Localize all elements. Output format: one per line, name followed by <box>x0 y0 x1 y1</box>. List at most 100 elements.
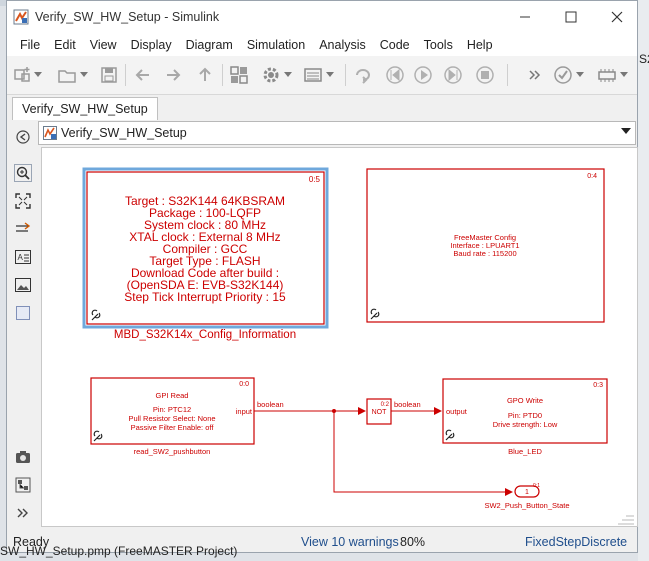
back-button[interactable] <box>133 65 153 85</box>
warnings-link[interactable]: View 10 warnings <box>301 535 399 549</box>
open-dropdown[interactable] <box>79 65 89 85</box>
gpo-title: GPO Write <box>507 396 543 405</box>
background-strip-right <box>638 0 649 561</box>
resize-grip-icon[interactable] <box>618 515 634 525</box>
tab-bar: Verify_SW_HW_Setup <box>7 95 637 120</box>
chevron-down-icon[interactable] <box>621 128 631 134</box>
fit-to-view-button[interactable] <box>13 191 33 211</box>
title-bar: Verify_SW_HW_Setup - Simulink <box>7 1 637 34</box>
address-bar[interactable]: Verify_SW_HW_Setup <box>38 121 636 145</box>
gpi-read-block[interactable]: 0:0 GPI Read Pin: PTC12 Pull Resistor Se… <box>90 377 255 456</box>
signal-line-not-to-gpo[interactable]: boolean <box>391 400 442 415</box>
screenshot-button[interactable] <box>13 447 33 467</box>
config-line: Step Tick Interrupt Priority : 15 <box>124 290 286 304</box>
model-settings-button[interactable] <box>261 65 281 85</box>
not-block[interactable]: 0:2 NOT <box>366 398 392 425</box>
menu-file[interactable]: File <box>13 38 47 52</box>
menu-view[interactable]: View <box>83 38 124 52</box>
loop-icon <box>356 69 370 84</box>
gpi-line: Pull Resistor Select: None <box>128 414 215 423</box>
area-button[interactable] <box>13 303 33 323</box>
config-block-id: 0:5 <box>309 175 321 184</box>
menu-tools[interactable]: Tools <box>417 38 460 52</box>
close-icon <box>611 11 623 23</box>
forward-button[interactable] <box>163 65 183 85</box>
stop-button[interactable] <box>475 65 495 85</box>
save-button[interactable] <box>99 65 119 85</box>
step-back-button[interactable] <box>385 65 405 85</box>
step-forward-icon <box>444 66 462 84</box>
outport-id: 0:1 <box>533 483 540 489</box>
toolbar-separator <box>507 64 508 86</box>
check-icon <box>554 66 572 84</box>
menu-simulation[interactable]: Simulation <box>240 38 312 52</box>
explorer-toggle-icon <box>16 130 30 144</box>
menu-diagram[interactable]: Diagram <box>179 38 240 52</box>
chevron-down-icon <box>326 72 334 77</box>
svg-text:A: A <box>18 253 24 262</box>
chip-icon <box>598 69 616 82</box>
open-button[interactable] <box>57 65 77 85</box>
outport-block[interactable]: 1 0:1 SW2_Push_Button_State <box>484 483 569 510</box>
new-model-button[interactable] <box>13 65 33 85</box>
hardware-dropdown[interactable] <box>619 65 629 85</box>
expand-palette-button[interactable] <box>13 503 33 523</box>
outport-number: 1 <box>525 489 529 496</box>
gpo-port-label: output <box>446 407 468 416</box>
image-button[interactable] <box>13 275 33 295</box>
up-button[interactable] <box>195 65 215 85</box>
hardware-button[interactable] <box>597 65 617 85</box>
minimize-icon <box>520 16 530 18</box>
run-button[interactable] <box>413 65 433 85</box>
maximize-button[interactable] <box>549 5 593 29</box>
chevron-down-icon <box>34 72 42 77</box>
model-explorer-button[interactable] <box>303 65 323 85</box>
model-settings-dropdown[interactable] <box>283 65 293 85</box>
library-browser-button[interactable] <box>229 65 249 85</box>
menu-display[interactable]: Display <box>124 38 179 52</box>
minimize-button[interactable] <box>503 5 547 29</box>
gpo-write-block[interactable]: 0:3 GPO Write Pin: PTD0 Drive strength: … <box>442 378 608 456</box>
new-model-icon <box>14 67 30 82</box>
close-button[interactable] <box>595 5 639 29</box>
model-browser-button[interactable] <box>13 475 33 495</box>
hide-explorer-button[interactable] <box>13 127 33 147</box>
step-forward-button[interactable] <box>443 65 463 85</box>
gpo-line: Drive strength: Low <box>493 420 558 429</box>
loop-button[interactable] <box>353 65 373 85</box>
menu-analysis[interactable]: Analysis <box>312 38 373 52</box>
freemaster-block[interactable]: 0:4 FreeMaster Config Interface : LPUART… <box>366 168 605 323</box>
gpi-title: GPI Read <box>156 391 189 400</box>
gpo-block-name: Blue_LED <box>508 447 542 456</box>
outport-name: SW2_Push_Button_State <box>484 501 569 510</box>
menu-edit[interactable]: Edit <box>47 38 83 52</box>
model-browser-icon <box>15 477 31 493</box>
signal-line-gpi-to-not[interactable]: boolean <box>254 400 366 415</box>
annotation-icon: A <box>15 250 31 264</box>
new-model-dropdown[interactable] <box>33 65 43 85</box>
not-block-label: NOT <box>372 409 388 416</box>
model-advisor-dropdown[interactable] <box>575 65 585 85</box>
model-advisor-button[interactable] <box>553 65 573 85</box>
more-tools-button[interactable] <box>529 65 541 85</box>
menu-code[interactable]: Code <box>373 38 417 52</box>
folder-icon <box>58 70 76 83</box>
gear-icon <box>263 67 279 83</box>
annotation-button[interactable]: A <box>13 247 33 267</box>
solver-link[interactable]: FixedStepDiscrete <box>525 535 627 549</box>
model-path: Verify_SW_HW_Setup <box>61 126 187 140</box>
config-block[interactable]: 0:5 Target : S32K144 64KBSRAM Package : … <box>82 167 329 341</box>
tab-model[interactable]: Verify_SW_HW_Setup <box>12 97 158 120</box>
model-canvas[interactable]: 0:5 Target : S32K144 64KBSRAM Package : … <box>41 147 638 527</box>
model-explorer-dropdown[interactable] <box>325 65 335 85</box>
fit-to-view-icon <box>15 193 31 209</box>
menu-help[interactable]: Help <box>460 38 500 52</box>
simulink-app-icon <box>13 9 29 25</box>
save-icon <box>101 67 117 83</box>
signal-routing-button[interactable] <box>13 219 33 239</box>
zoom-button[interactable] <box>13 163 33 183</box>
list-icon <box>304 68 322 82</box>
image-icon <box>15 278 31 292</box>
chevron-down-icon <box>80 72 88 77</box>
gpi-block-name: read_SW2_pushbutton <box>134 447 211 456</box>
